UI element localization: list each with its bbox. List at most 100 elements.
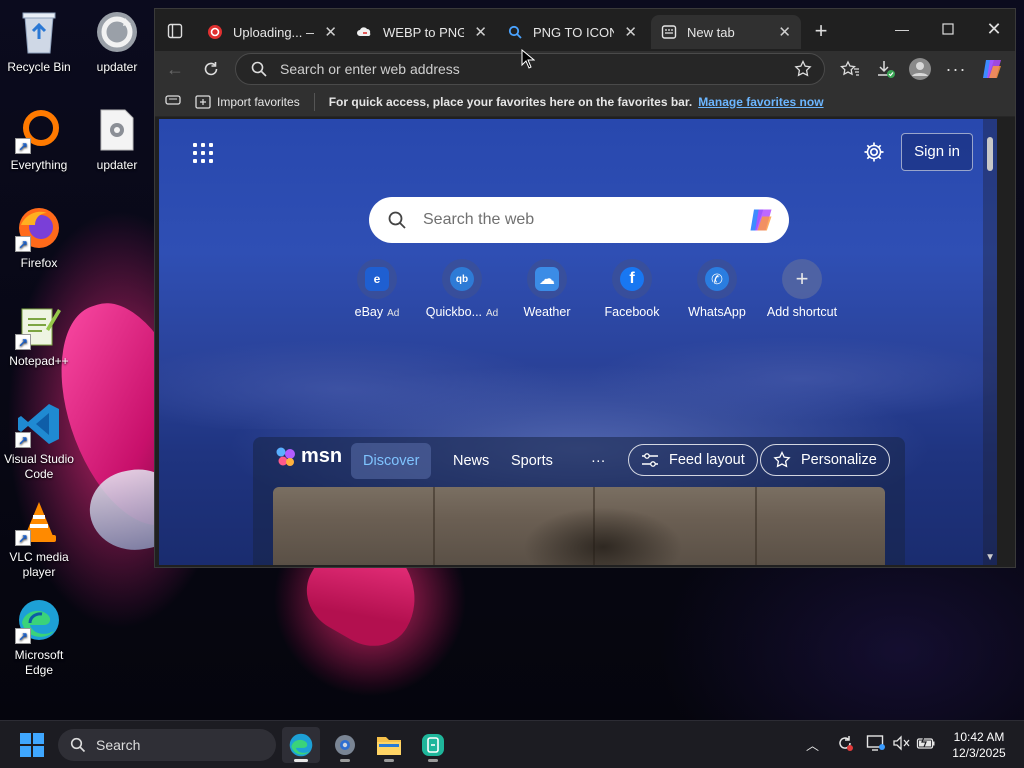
desktop-icon-updater-2[interactable]: updater xyxy=(78,106,156,173)
collections-icon[interactable] xyxy=(165,93,181,110)
shortcut-tile: e xyxy=(357,259,397,299)
sparkle-star-icon xyxy=(773,451,791,468)
cloud-icon xyxy=(357,27,371,36)
import-favorites-button[interactable]: Import favorites xyxy=(195,95,300,109)
tab-uploading[interactable]: Uploading... — C ✕ xyxy=(197,15,347,49)
feed-tab-discover[interactable]: Discover xyxy=(351,443,432,479)
desktop-icon-firefox[interactable]: ↗ Firefox xyxy=(0,204,78,271)
taskbar-settings[interactable] xyxy=(326,727,364,763)
copilot-icon xyxy=(983,60,1001,78)
profile-button[interactable] xyxy=(905,55,935,83)
shortcut-weather[interactable]: ☁ Weather xyxy=(505,259,589,319)
sync-tray-icon[interactable] xyxy=(836,734,854,755)
shortcut-arrow-icon: ↗ xyxy=(15,236,31,252)
shortcut-add[interactable]: + Add shortcut xyxy=(760,259,844,319)
feed-tab-sports[interactable]: Sports xyxy=(499,443,565,479)
shortcut-quickbooks[interactable]: qb Quickbo... Ad xyxy=(420,259,504,319)
close-icon[interactable]: ✕ xyxy=(474,23,487,41)
feed-article-card[interactable] xyxy=(273,487,885,565)
favorites-button[interactable] xyxy=(835,55,865,83)
back-button[interactable]: ← xyxy=(161,55,189,83)
shortcut-tile: + xyxy=(782,259,822,299)
minimize-button[interactable]: — xyxy=(879,9,925,49)
settings-more-button[interactable]: ··· xyxy=(941,55,971,83)
updater-icon xyxy=(93,8,141,56)
volume-muted-icon[interactable] xyxy=(892,734,912,755)
taskbar-file-explorer[interactable] xyxy=(370,727,408,763)
page-settings-button[interactable] xyxy=(859,137,889,167)
sign-in-button[interactable]: Sign in xyxy=(901,133,973,171)
copilot-button[interactable] xyxy=(977,55,1007,83)
shortcut-tile: ☁ xyxy=(527,259,567,299)
shortcut-ebay[interactable]: e eBay Ad xyxy=(335,259,419,319)
shortcut-facebook[interactable]: f Facebook xyxy=(590,259,674,319)
desktop-icon-notepadpp[interactable]: ↗ Notepad++ xyxy=(0,302,78,369)
back-arrow-icon: ← xyxy=(166,58,184,79)
search-icon xyxy=(508,25,522,39)
scroll-down-icon[interactable]: ▼ xyxy=(985,552,995,563)
show-hidden-icons-button[interactable]: ︿ xyxy=(806,735,819,754)
feed-more-button[interactable]: ··· xyxy=(579,443,618,479)
maximize-button[interactable] xyxy=(925,9,971,49)
downloads-button[interactable] xyxy=(871,55,901,83)
page-scrollbar[interactable]: ▼ xyxy=(983,119,997,565)
favorites-separator xyxy=(313,92,315,111)
tab-actions-icon xyxy=(167,23,183,39)
taskbar-search[interactable]: Search xyxy=(58,729,276,761)
plus-icon: + xyxy=(814,18,828,43)
browser-window: Uploading... — C ✕ WEBP to PNG | C ✕ PNG… xyxy=(154,8,1016,568)
scroll-thumb[interactable] xyxy=(987,137,993,171)
new-tab-button[interactable]: + xyxy=(807,17,835,45)
refresh-icon xyxy=(204,62,218,76)
profile-avatar-icon xyxy=(909,58,931,80)
tab-actions-button[interactable] xyxy=(159,17,191,45)
vlc-icon: ↗ xyxy=(15,498,63,546)
desktop-icon-updater[interactable]: updater xyxy=(78,8,156,75)
new-tab-page: Sign in e eBayAd qb Quickbo...Ad ☁ Weath… xyxy=(159,119,997,565)
desktop-icon-vscode[interactable]: ↗ Visual Studio Code xyxy=(0,400,78,482)
web-search-input[interactable] xyxy=(423,211,731,229)
desktop-icon-everything[interactable]: ↗ Everything xyxy=(0,106,78,173)
manage-favorites-link[interactable]: Manage favorites now xyxy=(698,95,823,109)
taskbar-clock[interactable]: 10:42 AM 12/3/2025 xyxy=(944,729,1014,761)
search-icon xyxy=(251,61,267,77)
shortcut-tile: qb xyxy=(442,259,482,299)
taskbar: Search ︿ 10:42 AM 12/3/2025 xyxy=(0,720,1024,768)
apps-launcher-button[interactable] xyxy=(189,139,217,167)
recycle-bin-icon xyxy=(15,8,63,56)
close-icon[interactable]: ✕ xyxy=(778,23,791,41)
tab-new-tab[interactable]: New tab ✕ xyxy=(651,15,801,49)
taskbar-app-green[interactable] xyxy=(414,727,452,763)
desktop-icon-edge[interactable]: ↗ Microsoft Edge xyxy=(0,596,78,678)
personalize-button[interactable]: Personalize xyxy=(760,444,890,476)
desktop-icon-vlc[interactable]: ↗ VLC media player xyxy=(0,498,78,580)
battery-icon[interactable] xyxy=(916,734,936,755)
web-search-box[interactable] xyxy=(369,197,789,243)
close-icon[interactable]: ✕ xyxy=(324,23,337,41)
shortcut-whatsapp[interactable]: ✆ WhatsApp xyxy=(675,259,759,319)
close-icon[interactable]: ✕ xyxy=(624,23,637,41)
desktop-icon-recycle-bin[interactable]: Recycle Bin xyxy=(0,8,78,75)
folder-icon xyxy=(377,737,401,755)
favorite-star-icon[interactable] xyxy=(794,60,812,78)
favorites-message: For quick access, place your favorites h… xyxy=(328,94,693,109)
refresh-button[interactable] xyxy=(197,55,225,83)
tab-png-to-icon[interactable]: PNG TO ICON - S ✕ xyxy=(497,15,647,49)
tab-strip: Uploading... — C ✕ WEBP to PNG | C ✕ PNG… xyxy=(155,9,1015,51)
feed-tab-news[interactable]: News xyxy=(441,443,501,479)
feed-layout-button[interactable]: Feed layout xyxy=(628,444,758,476)
import-icon xyxy=(195,94,211,109)
shortcut-arrow-icon: ↗ xyxy=(15,432,31,448)
shortcut-arrow-icon: ↗ xyxy=(15,530,31,546)
maximize-icon xyxy=(942,23,954,35)
close-window-button[interactable]: ✕ xyxy=(971,9,1017,49)
tab-webp-to-png[interactable]: WEBP to PNG | C ✕ xyxy=(347,15,497,49)
display-tray-icon[interactable] xyxy=(866,734,886,755)
shortcut-tile: f xyxy=(612,259,652,299)
taskbar-edge[interactable] xyxy=(282,727,320,763)
start-button[interactable] xyxy=(20,733,44,757)
gear-icon xyxy=(864,142,884,162)
copilot-icon[interactable] xyxy=(747,207,775,233)
ebay-icon: e xyxy=(365,267,389,291)
msn-logo[interactable]: msn xyxy=(275,445,342,468)
